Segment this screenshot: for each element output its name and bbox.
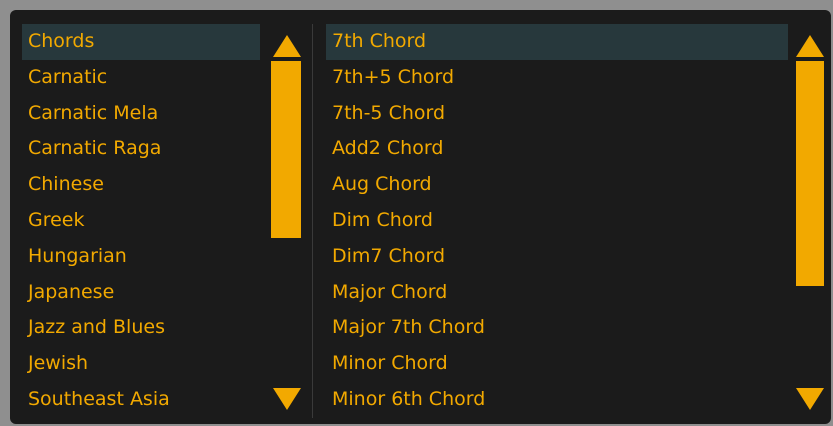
scale-category-item[interactable]: Carnatic Raga: [22, 131, 260, 167]
scale-category-item[interactable]: Chinese: [22, 167, 260, 203]
scale-item[interactable]: 7th+5 Chord: [326, 60, 788, 96]
list-divider: [312, 24, 313, 418]
category-scrollbar-thumb[interactable]: [271, 61, 301, 238]
scale-category-item[interactable]: Greek: [22, 203, 260, 239]
scale-item[interactable]: Major 7th Chord: [326, 310, 788, 346]
triangle-down-icon: [796, 388, 824, 410]
scale-category-item[interactable]: Hungarian: [22, 239, 260, 275]
category-scroll-up-button[interactable]: [272, 34, 302, 58]
scale-category-item[interactable]: Jewish: [22, 346, 260, 382]
scale-category-item[interactable]: Southeast Asia: [22, 382, 260, 418]
scale-category-list[interactable]: Chords Carnatic Carnatic Mela Carnatic Raga…: [22, 24, 260, 418]
scale-item[interactable]: 7th-5 Chord: [326, 96, 788, 132]
scale-category-item[interactable]: Carnatic Mela: [22, 96, 260, 132]
scale-list[interactable]: 7th Chord 7th+5 Chord 7th-5 Chord Add2 Chor…: [326, 24, 788, 418]
category-scroll-down-button[interactable]: [272, 387, 302, 411]
scale-scrollbar-thumb[interactable]: [796, 61, 824, 286]
scale-browser-panel: Chords Carnatic Carnatic Mela Carnatic Raga…: [10, 10, 831, 424]
scale-item[interactable]: Add2 Chord: [326, 131, 788, 167]
scale-category-item[interactable]: Carnatic: [22, 60, 260, 96]
triangle-up-icon: [796, 35, 824, 57]
scale-item[interactable]: Major Chord: [326, 275, 788, 311]
scale-item[interactable]: Minor Chord: [326, 346, 788, 382]
scale-category-item[interactable]: Chords: [22, 24, 260, 60]
scale-category-item[interactable]: Jazz and Blues: [22, 310, 260, 346]
scale-scroll-up-button[interactable]: [795, 34, 825, 58]
scale-item[interactable]: Dim7 Chord: [326, 239, 788, 275]
scale-item[interactable]: Minor 6th Chord: [326, 382, 788, 418]
scale-item[interactable]: Aug Chord: [326, 167, 788, 203]
triangle-down-icon: [273, 388, 301, 410]
scale-category-item[interactable]: Japanese: [22, 275, 260, 311]
scale-item[interactable]: 7th Chord: [326, 24, 788, 60]
scale-scroll-down-button[interactable]: [795, 387, 825, 411]
scale-item[interactable]: Dim Chord: [326, 203, 788, 239]
triangle-up-icon: [273, 35, 301, 57]
